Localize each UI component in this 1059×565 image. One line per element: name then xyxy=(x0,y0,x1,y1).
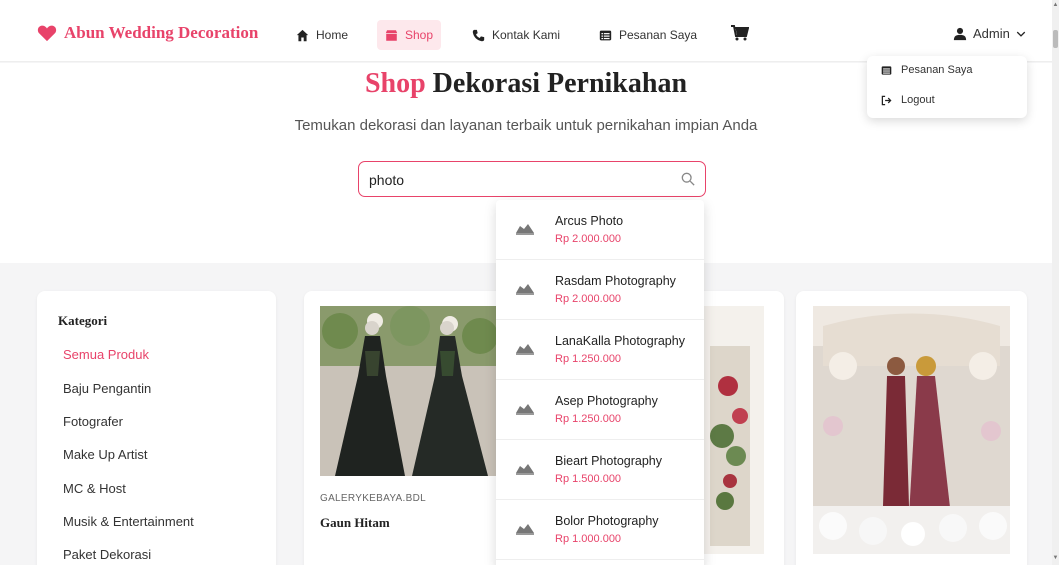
vendor-thumbnail xyxy=(514,222,536,236)
user-icon xyxy=(953,27,967,40)
search-result-price: Rp 1.250.000 xyxy=(555,413,622,425)
category-item-semua-produk[interactable]: Semua Produk xyxy=(63,347,149,362)
nav-home-label: Home xyxy=(316,28,349,42)
scrollbar-thumb[interactable] xyxy=(1053,30,1058,48)
phone-icon xyxy=(472,29,485,41)
page-scrollbar[interactable]: ▲ ▼ xyxy=(1052,0,1059,565)
vendor-thumbnail xyxy=(514,342,536,356)
menu-item-pesanan[interactable]: Pesanan Saya xyxy=(881,64,973,76)
page-subtitle: Temukan dekorasi dan layanan terbaik unt… xyxy=(294,117,758,134)
search-result-price: Rp 1.500.000 xyxy=(555,473,622,485)
page-title-rest: Dekorasi Pernikahan xyxy=(425,68,688,99)
nav-kontak[interactable]: Kontak Kami xyxy=(464,20,568,50)
search-result-item[interactable]: Bieart Photography Rp 1.500.000 xyxy=(496,440,704,500)
vendor-thumbnail xyxy=(514,402,536,416)
page-title-accent: Shop xyxy=(364,68,426,99)
search-result-price: Rp 2.000.000 xyxy=(555,233,622,245)
menu-item-logout-label: Logout xyxy=(901,94,935,106)
search-result-item[interactable]: Arcus Photo Rp 2.000.000 xyxy=(496,200,704,260)
search-icon[interactable] xyxy=(681,172,695,186)
search-result-item[interactable]: Asep Photography Rp 1.250.000 xyxy=(496,380,704,440)
nav-pesanan-label: Pesanan Saya xyxy=(619,28,698,42)
cart-icon[interactable] xyxy=(731,25,749,41)
nav-pesanan[interactable]: Pesanan Saya xyxy=(591,20,705,50)
user-dropdown-menu: Pesanan Saya Logout xyxy=(867,56,1027,118)
product-name[interactable]: Gaun Hitam xyxy=(320,515,390,531)
category-item-mc-host[interactable]: MC & Host xyxy=(63,481,126,496)
vendor-thumbnail xyxy=(514,462,536,476)
search-result-item[interactable]: Bolor Photography Rp 1.000.000 xyxy=(496,500,704,560)
search-result-name: LanaKalla Photography xyxy=(555,334,685,348)
product-vendor: GALERYKEBAYA.BDL xyxy=(320,493,426,504)
heart-icon xyxy=(37,25,57,42)
home-icon xyxy=(296,29,309,41)
brand-name: Abun Wedding Decoration xyxy=(64,23,259,42)
nav-home[interactable]: Home xyxy=(288,20,356,50)
nav-shop-label: Shop xyxy=(405,28,434,42)
store-icon xyxy=(385,29,398,41)
search-result-item[interactable]: Rasdam Photography Rp 2.000.000 xyxy=(496,260,704,320)
admin-label: Admin xyxy=(973,26,1010,41)
vendor-thumbnail xyxy=(514,282,536,296)
product-image[interactable] xyxy=(320,306,500,476)
category-sidebar: Kategori Semua Produk Baju Pengantin Fot… xyxy=(37,291,276,565)
scroll-down-icon[interactable]: ▼ xyxy=(1052,555,1059,563)
vendor-thumbnail xyxy=(514,522,536,536)
category-item-paket-dekorasi[interactable]: Paket Dekorasi xyxy=(63,547,151,562)
search-result-name: Bolor Photography xyxy=(555,514,659,528)
search-result-price: Rp 2.000.000 xyxy=(555,293,622,305)
search-result-price: Rp 1.250.000 xyxy=(555,353,622,365)
search-result-name: Asep Photography xyxy=(555,394,658,408)
category-item-fotografer[interactable]: Fotografer xyxy=(63,414,123,429)
search-result-item[interactable]: LanaKalla Photography Rp 1.250.000 xyxy=(496,320,704,380)
list-icon xyxy=(599,30,612,40)
scroll-up-icon[interactable]: ▲ xyxy=(1052,2,1059,10)
search-input[interactable] xyxy=(369,170,669,190)
search-result-name: Rasdam Photography xyxy=(555,274,676,288)
product-image[interactable] xyxy=(813,306,1010,554)
sidebar-title: Kategori xyxy=(58,313,108,328)
search-result-name: Arcus Photo xyxy=(555,214,624,228)
search-results-dropdown: Arcus Photo Rp 2.000.000 Rasdam Photogra… xyxy=(496,200,704,565)
menu-item-logout[interactable]: Logout xyxy=(881,94,935,106)
chevron-down-icon xyxy=(1016,31,1026,37)
brand-logo[interactable]: Abun Wedding Decoration xyxy=(37,23,258,43)
navbar: Abun Wedding Decoration Home Shop Kontak… xyxy=(0,0,1052,62)
list-icon xyxy=(881,65,892,75)
nav-kontak-label: Kontak Kami xyxy=(492,28,561,42)
search-result-name: Bieart Photography xyxy=(555,454,663,468)
search-result-price: Rp 1.000.000 xyxy=(555,533,622,545)
menu-item-pesanan-label: Pesanan Saya xyxy=(901,64,973,76)
admin-menu-toggle[interactable]: Admin xyxy=(953,26,1026,41)
category-item-make-up-artist[interactable]: Make Up Artist xyxy=(63,447,148,462)
search-box[interactable] xyxy=(358,161,706,197)
category-item-musik-entertainment[interactable]: Musik & Entertainment xyxy=(63,514,194,529)
logout-icon xyxy=(881,95,892,105)
product-card[interactable] xyxy=(796,291,1027,565)
nav-shop[interactable]: Shop xyxy=(377,20,442,50)
category-item-baju-pengantin[interactable]: Baju Pengantin xyxy=(63,381,151,396)
